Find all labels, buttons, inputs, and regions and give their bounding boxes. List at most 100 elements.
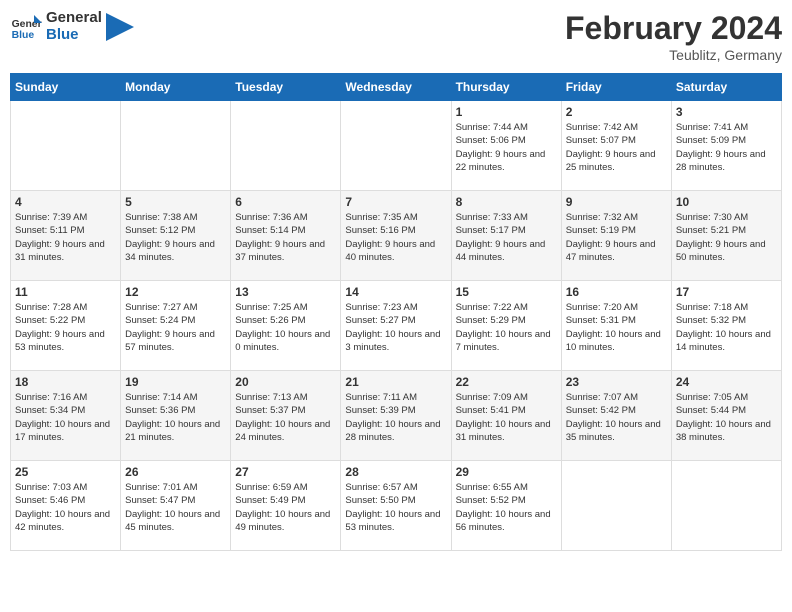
calendar-cell: 13 Sunrise: 7:25 AM Sunset: 5:26 PM Dayli…	[231, 281, 341, 371]
calendar-cell	[671, 461, 781, 551]
day-info: Sunrise: 6:57 AM Sunset: 5:50 PM Dayligh…	[345, 481, 446, 534]
header-wednesday: Wednesday	[341, 74, 451, 101]
day-info: Sunrise: 7:36 AM Sunset: 5:14 PM Dayligh…	[235, 211, 336, 264]
logo-arrow-icon	[106, 13, 134, 41]
title-area: February 2024 Teublitz, Germany	[565, 10, 782, 63]
calendar-cell	[231, 101, 341, 191]
day-info: Sunrise: 7:11 AM Sunset: 5:39 PM Dayligh…	[345, 391, 446, 444]
day-info: Sunrise: 7:22 AM Sunset: 5:29 PM Dayligh…	[456, 301, 557, 354]
day-number: 4	[15, 195, 116, 209]
calendar-table: SundayMondayTuesdayWednesdayThursdayFrid…	[10, 73, 782, 551]
day-info: Sunrise: 7:25 AM Sunset: 5:26 PM Dayligh…	[235, 301, 336, 354]
calendar-week-row: 25 Sunrise: 7:03 AM Sunset: 5:46 PM Dayli…	[11, 461, 782, 551]
day-number: 8	[456, 195, 557, 209]
header-tuesday: Tuesday	[231, 74, 341, 101]
day-info: Sunrise: 7:42 AM Sunset: 5:07 PM Dayligh…	[566, 121, 667, 174]
calendar-cell: 27Sunrise: 6:59 AM Sunset: 5:49 PM Dayli…	[231, 461, 341, 551]
day-number: 11	[15, 285, 116, 299]
day-number: 18	[15, 375, 116, 389]
day-info: Sunrise: 7:32 AM Sunset: 5:19 PM Dayligh…	[566, 211, 667, 264]
day-number: 23	[566, 375, 667, 389]
calendar-cell: 6 Sunrise: 7:36 AM Sunset: 5:14 PM Daylig…	[231, 191, 341, 281]
calendar-cell: 11Sunrise: 7:28 AM Sunset: 5:22 PM Dayli…	[11, 281, 121, 371]
day-info: Sunrise: 7:30 AM Sunset: 5:21 PM Dayligh…	[676, 211, 777, 264]
day-number: 20	[235, 375, 336, 389]
calendar-cell: 5 Sunrise: 7:38 AM Sunset: 5:12 PM Daylig…	[121, 191, 231, 281]
day-info: Sunrise: 7:33 AM Sunset: 5:17 PM Dayligh…	[456, 211, 557, 264]
calendar-cell	[121, 101, 231, 191]
day-number: 26	[125, 465, 226, 479]
day-number: 17	[676, 285, 777, 299]
day-number: 1	[456, 105, 557, 119]
logo-icon: General Blue	[10, 11, 42, 43]
day-info: Sunrise: 6:59 AM Sunset: 5:49 PM Dayligh…	[235, 481, 336, 534]
header-sunday: Sunday	[11, 74, 121, 101]
day-info: Sunrise: 7:07 AM Sunset: 5:42 PM Dayligh…	[566, 391, 667, 444]
calendar-cell: 10 Sunrise: 7:30 AM Sunset: 5:21 PM Dayli…	[671, 191, 781, 281]
day-info: Sunrise: 7:01 AM Sunset: 5:47 PM Dayligh…	[125, 481, 226, 534]
day-number: 22	[456, 375, 557, 389]
day-number: 7	[345, 195, 446, 209]
day-info: Sunrise: 7:44 AM Sunset: 5:06 PM Dayligh…	[456, 121, 557, 174]
header-friday: Friday	[561, 74, 671, 101]
day-number: 25	[15, 465, 116, 479]
calendar-cell: 25 Sunrise: 7:03 AM Sunset: 5:46 PM Dayli…	[11, 461, 121, 551]
day-number: 21	[345, 375, 446, 389]
day-number: 24	[676, 375, 777, 389]
header-monday: Monday	[121, 74, 231, 101]
day-info: Sunrise: 7:05 AM Sunset: 5:44 PM Dayligh…	[676, 391, 777, 444]
page-header: General Blue General Blue February 2024 …	[10, 10, 782, 63]
day-info: Sunrise: 7:39 AM Sunset: 5:11 PM Dayligh…	[15, 211, 116, 264]
day-number: 12	[125, 285, 226, 299]
calendar-cell	[341, 101, 451, 191]
day-number: 29	[456, 465, 557, 479]
day-info: Sunrise: 7:27 AM Sunset: 5:24 PM Dayligh…	[125, 301, 226, 354]
header-saturday: Saturday	[671, 74, 781, 101]
day-info: Sunrise: 7:18 AM Sunset: 5:32 PM Dayligh…	[676, 301, 777, 354]
day-number: 10	[676, 195, 777, 209]
svg-text:Blue: Blue	[12, 30, 35, 41]
day-number: 9	[566, 195, 667, 209]
day-number: 5	[125, 195, 226, 209]
day-number: 19	[125, 375, 226, 389]
day-info: Sunrise: 7:38 AM Sunset: 5:12 PM Dayligh…	[125, 211, 226, 264]
day-info: Sunrise: 7:35 AM Sunset: 5:16 PM Dayligh…	[345, 211, 446, 264]
calendar-cell: 8 Sunrise: 7:33 AM Sunset: 5:17 PM Daylig…	[451, 191, 561, 281]
day-info: Sunrise: 7:20 AM Sunset: 5:31 PM Dayligh…	[566, 301, 667, 354]
calendar-cell: 2 Sunrise: 7:42 AM Sunset: 5:07 PM Daylig…	[561, 101, 671, 191]
day-number: 28	[345, 465, 446, 479]
day-number: 2	[566, 105, 667, 119]
calendar-cell: 3Sunrise: 7:41 AM Sunset: 5:09 PM Daylig…	[671, 101, 781, 191]
day-number: 14	[345, 285, 446, 299]
calendar-cell: 12 Sunrise: 7:27 AM Sunset: 5:24 PM Dayli…	[121, 281, 231, 371]
calendar-cell: 20 Sunrise: 7:13 AM Sunset: 5:37 PM Dayli…	[231, 371, 341, 461]
day-number: 13	[235, 285, 336, 299]
calendar-week-row: 4 Sunrise: 7:39 AM Sunset: 5:11 PM Daylig…	[11, 191, 782, 281]
calendar-cell: 22 Sunrise: 7:09 AM Sunset: 5:41 PM Dayli…	[451, 371, 561, 461]
month-year-title: February 2024	[565, 10, 782, 47]
day-info: Sunrise: 7:13 AM Sunset: 5:37 PM Dayligh…	[235, 391, 336, 444]
day-info: Sunrise: 7:14 AM Sunset: 5:36 PM Dayligh…	[125, 391, 226, 444]
day-info: Sunrise: 7:03 AM Sunset: 5:46 PM Dayligh…	[15, 481, 116, 534]
calendar-cell	[11, 101, 121, 191]
day-info: Sunrise: 6:55 AM Sunset: 5:52 PM Dayligh…	[456, 481, 557, 534]
calendar-cell: 21 Sunrise: 7:11 AM Sunset: 5:39 PM Dayli…	[341, 371, 451, 461]
calendar-week-row: 1 Sunrise: 7:44 AM Sunset: 5:06 PM Daylig…	[11, 101, 782, 191]
calendar-cell: 15Sunrise: 7:22 AM Sunset: 5:29 PM Dayli…	[451, 281, 561, 371]
calendar-cell: 19 Sunrise: 7:14 AM Sunset: 5:36 PM Dayli…	[121, 371, 231, 461]
calendar-cell: 29 Sunrise: 6:55 AM Sunset: 5:52 PM Dayli…	[451, 461, 561, 551]
calendar-cell: 4 Sunrise: 7:39 AM Sunset: 5:11 PM Daylig…	[11, 191, 121, 281]
day-info: Sunrise: 7:09 AM Sunset: 5:41 PM Dayligh…	[456, 391, 557, 444]
day-number: 6	[235, 195, 336, 209]
calendar-cell: 17 Sunrise: 7:18 AM Sunset: 5:32 PM Dayli…	[671, 281, 781, 371]
calendar-cell: 18 Sunrise: 7:16 AM Sunset: 5:34 PM Dayli…	[11, 371, 121, 461]
calendar-cell: 24 Sunrise: 7:05 AM Sunset: 5:44 PM Dayli…	[671, 371, 781, 461]
header-thursday: Thursday	[451, 74, 561, 101]
calendar-cell: 9 Sunrise: 7:32 AM Sunset: 5:19 PM Daylig…	[561, 191, 671, 281]
day-info: Sunrise: 7:16 AM Sunset: 5:34 PM Dayligh…	[15, 391, 116, 444]
calendar-cell: 7 Sunrise: 7:35 AM Sunset: 5:16 PM Daylig…	[341, 191, 451, 281]
day-info: Sunrise: 7:41 AM Sunset: 5:09 PM Dayligh…	[676, 121, 777, 174]
calendar-cell: 28 Sunrise: 6:57 AM Sunset: 5:50 PM Dayli…	[341, 461, 451, 551]
calendar-header-row: SundayMondayTuesdayWednesdayThursdayFrid…	[11, 74, 782, 101]
calendar-week-row: 18 Sunrise: 7:16 AM Sunset: 5:34 PM Dayli…	[11, 371, 782, 461]
